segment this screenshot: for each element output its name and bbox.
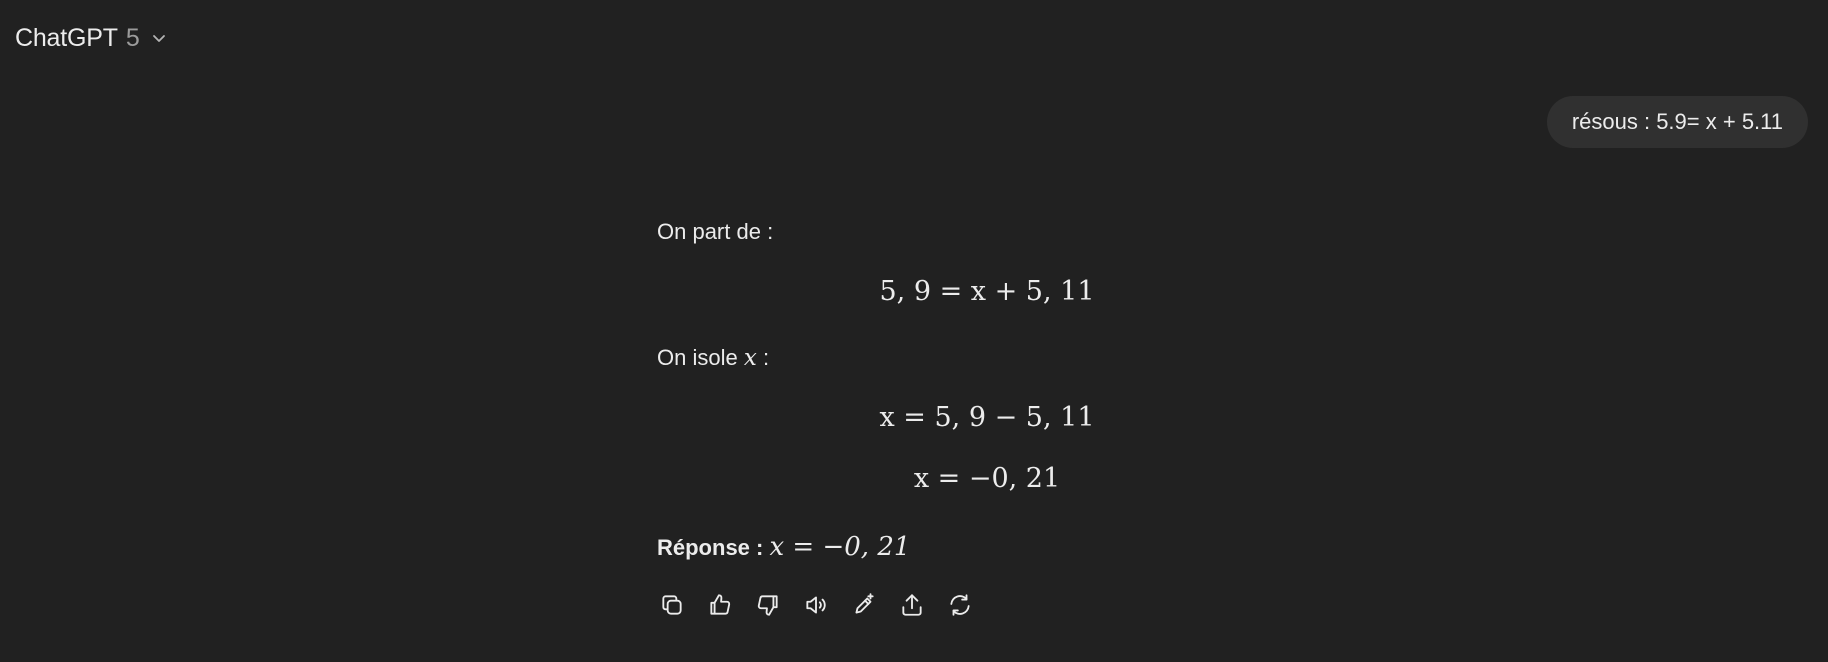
answer-line: Réponse : x = −0, 21	[657, 532, 910, 562]
thumbs-up-button[interactable]	[705, 590, 735, 620]
copy-button[interactable]	[657, 590, 687, 620]
equation-2: x = 5, 9 − 5, 11	[879, 402, 1095, 433]
thumbs-down-button[interactable]	[753, 590, 783, 620]
equation-1: 5, 9 = x + 5, 11	[879, 276, 1095, 307]
chat-page: ChatGPT 5 résous : 5.9= x + 5.11 On part…	[0, 0, 1828, 662]
share-button[interactable]	[897, 590, 927, 620]
share-icon	[902, 594, 922, 616]
answer-label: Réponse :	[657, 535, 764, 560]
isolate-variable: x	[743, 345, 757, 371]
user-message-text: résous : 5.9= x + 5.11	[1571, 109, 1783, 134]
thumbs-down-icon	[757, 595, 778, 616]
model-version: 5	[125, 23, 140, 52]
speaker-icon	[806, 596, 826, 614]
model-switcher[interactable]: ChatGPT 5	[15, 20, 168, 56]
isolate-suffix: :	[756, 345, 770, 370]
refresh-icon	[950, 594, 970, 616]
isolate-prefix: On isole	[657, 345, 738, 370]
answer-value: x = −0, 21	[769, 532, 911, 562]
pencil-sparkle-icon	[855, 593, 874, 614]
edit-button[interactable]	[849, 590, 879, 620]
read-aloud-button[interactable]	[801, 590, 831, 620]
copy-icon	[662, 595, 682, 615]
thumbs-up-icon	[710, 594, 731, 615]
intro-text: On part de :	[657, 219, 774, 244]
chevron-down-icon	[150, 29, 168, 47]
message-actions	[657, 590, 975, 620]
isolate-text: On isole x :	[657, 345, 769, 371]
user-message-bubble: résous : 5.9= x + 5.11	[1546, 96, 1808, 148]
model-name: ChatGPT	[15, 23, 118, 52]
regenerate-button[interactable]	[945, 590, 975, 620]
equation-3: x = −0, 21	[913, 463, 1061, 494]
